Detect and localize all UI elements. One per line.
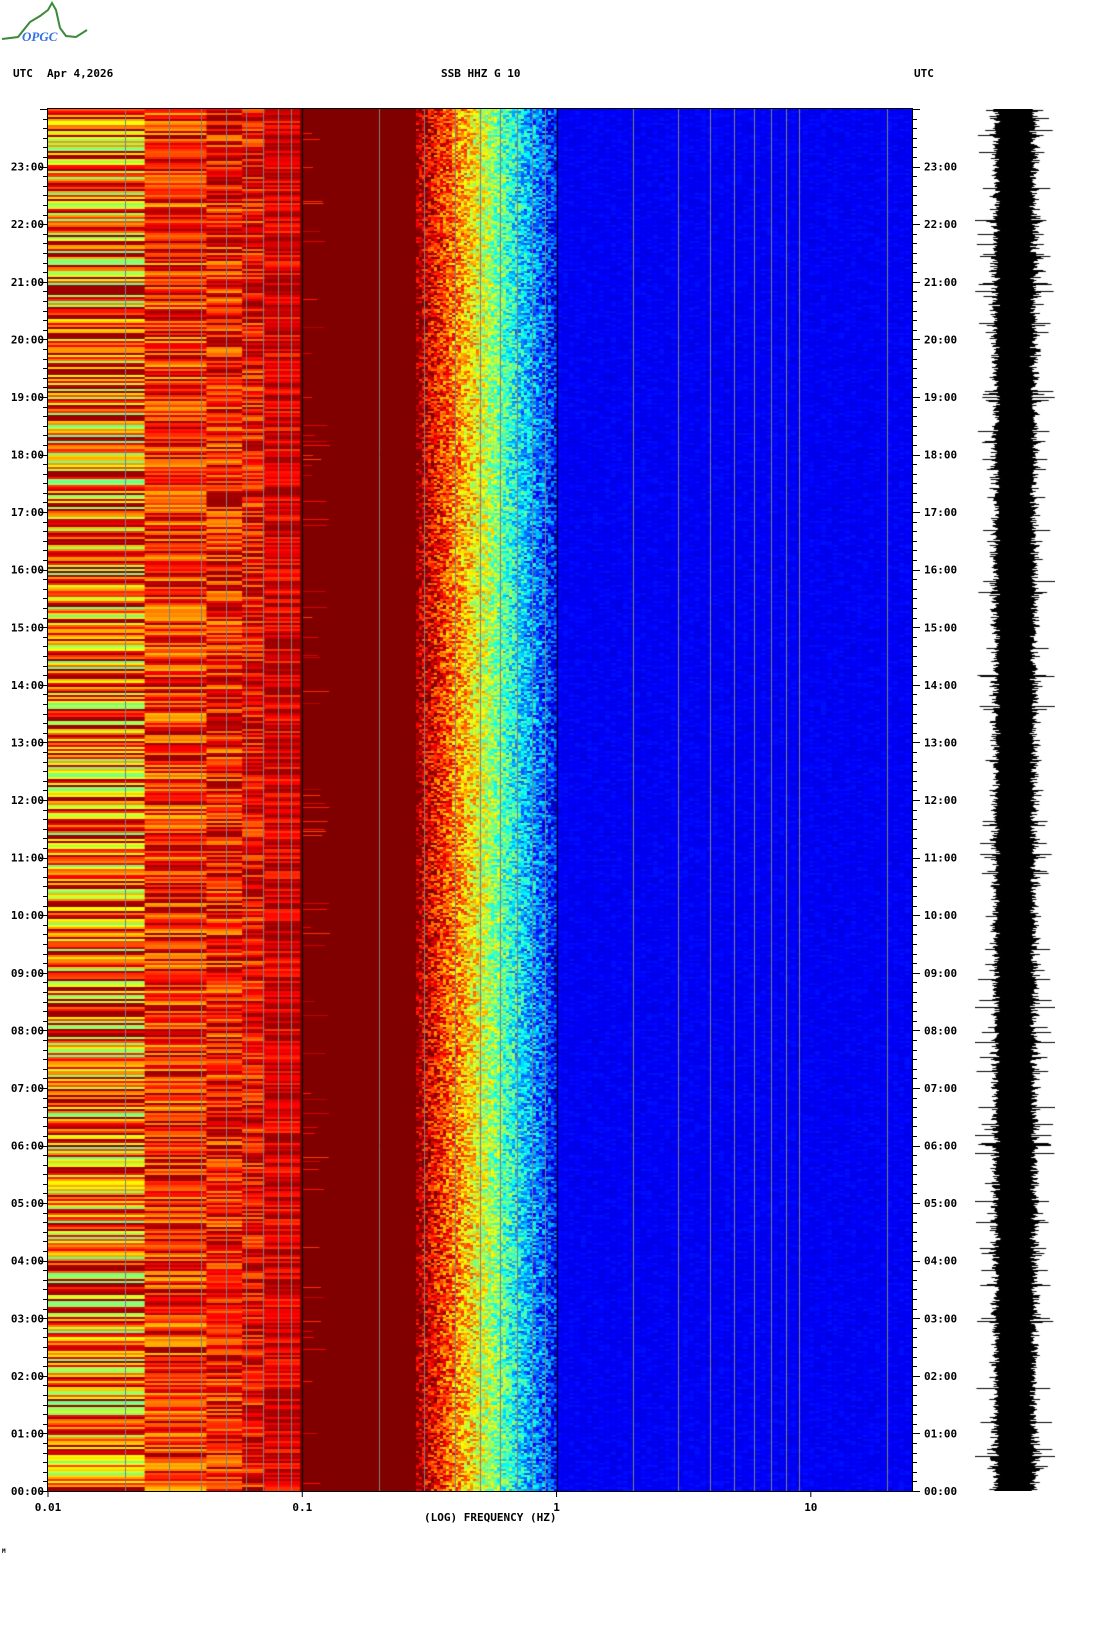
plot-frame	[47, 108, 913, 1492]
y-tick-label-right: 10:00	[924, 909, 957, 922]
y-tick-label-right: 12:00	[924, 794, 957, 807]
x-tick-label: 10	[804, 1501, 817, 1514]
y-tick-label-right: 23:00	[924, 161, 957, 174]
x-tick-label: 0.1	[292, 1501, 312, 1514]
y-tick-label-right: 06:00	[924, 1140, 957, 1153]
y-tick-label-left: 23:00	[11, 161, 44, 174]
y-tick-label-left: 22:00	[11, 218, 44, 231]
footer-mark: M	[2, 1548, 6, 1555]
y-tick-label-right: 01:00	[924, 1427, 957, 1440]
y-tick-label-left: 08:00	[11, 1024, 44, 1037]
y-tick-label-right: 15:00	[924, 621, 957, 634]
y-tick-label-right: 02:00	[924, 1370, 957, 1383]
y-tick-label-right: 03:00	[924, 1312, 957, 1325]
y-tick-label-right: 21:00	[924, 276, 957, 289]
y-tick-label-left: 00:00	[11, 1485, 44, 1498]
y-tick-label-right: 20:00	[924, 333, 957, 346]
y-tick-label-right: 09:00	[924, 967, 957, 980]
y-tick-label-left: 03:00	[11, 1312, 44, 1325]
y-tick-label-right: 13:00	[924, 736, 957, 749]
x-axis-label: (LOG) FREQUENCY (HZ)	[424, 1511, 557, 1524]
y-tick-label-left: 20:00	[11, 333, 44, 346]
y-tick-label-left: 01:00	[11, 1427, 44, 1440]
y-tick-label-left: 11:00	[11, 852, 44, 865]
y-tick-label-right: 17:00	[924, 506, 957, 519]
y-tick-label-left: 12:00	[11, 794, 44, 807]
x-tick-label: 0.01	[35, 1501, 62, 1514]
y-tick-label-left: 17:00	[11, 506, 44, 519]
y-tick-label-left: 04:00	[11, 1255, 44, 1268]
y-tick-label-right: 00:00	[924, 1485, 957, 1498]
y-tick-label-right: 19:00	[924, 391, 957, 404]
y-tick-label-left: 18:00	[11, 449, 44, 462]
y-tick-label-right: 18:00	[924, 449, 957, 462]
y-tick-label-left: 05:00	[11, 1197, 44, 1210]
y-tick-label-left: 19:00	[11, 391, 44, 404]
y-tick-label-left: 02:00	[11, 1370, 44, 1383]
y-tick-label-left: 09:00	[11, 967, 44, 980]
chart-axes: 00:00 00:00 01:00 01:00 02:00 02:00 03:00 03:00…	[11, 108, 957, 1514]
y-tick-label-right: 22:00	[924, 218, 957, 231]
y-tick-label-right: 14:00	[924, 679, 957, 692]
y-tick-label-left: 07:00	[11, 1082, 44, 1095]
y-tick-label-left: 16:00	[11, 564, 44, 577]
y-tick-label-left: 15:00	[11, 621, 44, 634]
y-tick-label-left: 21:00	[11, 276, 44, 289]
y-tick-label-left: 13:00	[11, 736, 44, 749]
y-tick-label-right: 11:00	[924, 852, 957, 865]
y-tick-label-left: 06:00	[11, 1140, 44, 1153]
y-tick-label-left: 14:00	[11, 679, 44, 692]
y-tick-label-right: 07:00	[924, 1082, 957, 1095]
y-tick-label-right: 05:00	[924, 1197, 957, 1210]
y-tick-label-left: 10:00	[11, 909, 44, 922]
y-tick-label-right: 08:00	[924, 1024, 957, 1037]
y-tick-label-right: 04:00	[924, 1255, 957, 1268]
y-tick-label-right: 16:00	[924, 564, 957, 577]
